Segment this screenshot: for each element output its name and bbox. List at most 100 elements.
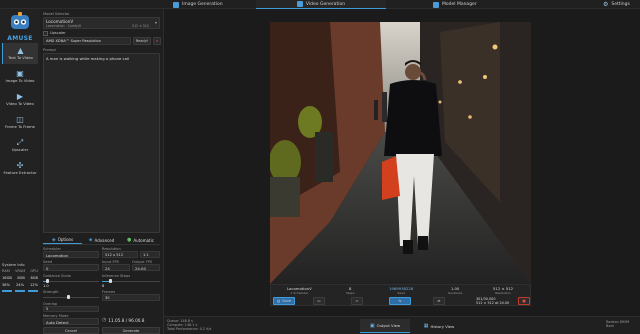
- tab-options[interactable]: ◈ Options: [43, 236, 82, 244]
- seed-input[interactable]: 0: [43, 264, 99, 271]
- strength-label: Strength: [43, 290, 59, 294]
- video-icon: [296, 1, 303, 7]
- aspect-dropdown[interactable]: 1:1: [140, 251, 160, 258]
- prompt-label: Prompt: [43, 48, 56, 52]
- video-video-icon: ▶: [16, 92, 24, 102]
- send-to-button[interactable]: ⇆: [389, 297, 411, 305]
- nav-feature-extractor[interactable]: ✣ Feature Extractor: [2, 158, 38, 179]
- guidance-slider-thumb[interactable]: [46, 279, 49, 283]
- upscaler-remove-button[interactable]: ×: [153, 37, 161, 45]
- output-view-icon: ▣: [369, 322, 375, 329]
- memory-mode-value: Auto Detect: [46, 319, 69, 325]
- strength-slider-thumb[interactable]: [67, 295, 70, 299]
- cancel-button[interactable]: Cancel: [43, 327, 99, 334]
- performance-stat: Total Performance: 0.2 it/s: [167, 327, 212, 331]
- frame-icon: ◫: [16, 115, 24, 125]
- settings-tabs: ◈ Options ◈ Advanced ● Automatic: [43, 236, 160, 245]
- save-button[interactable]: ▤ Save: [273, 297, 295, 305]
- nav-frame-to-frame[interactable]: ◫ Frame To Frame: [2, 112, 38, 133]
- history-view-icon: ▦: [423, 323, 429, 329]
- generate-button[interactable]: Generate: [102, 327, 160, 334]
- overlap-input[interactable]: 5: [43, 306, 99, 312]
- settings-button[interactable]: ⚙ Settings: [598, 0, 635, 9]
- header-gpu: GPU: [30, 269, 38, 273]
- upscaler-status: Ready!: [133, 37, 151, 45]
- system-info: System Info RAM VRAM GPU 16GB 8GB 8GB 38…: [2, 262, 38, 292]
- stop-icon: ■: [522, 299, 526, 303]
- tab-video-generation[interactable]: Video Generation: [256, 0, 386, 9]
- copy-icon: ▭: [317, 299, 321, 303]
- save-icon: ▤: [276, 299, 281, 303]
- guidance-slider[interactable]: [43, 279, 99, 283]
- model-selector-dropdown[interactable]: LocomotionV Locomotion · ComfyUI 512 × 5…: [43, 17, 160, 29]
- options-icon: ◈: [51, 236, 56, 243]
- upscaler-dropdown[interactable]: AMD XDNA™ Super Resolution: [43, 37, 131, 45]
- resolution-value: 512 x 512: [105, 252, 124, 257]
- send-icon: ⇆: [398, 299, 402, 303]
- system-info-label: System Info: [2, 262, 25, 267]
- tab-advanced[interactable]: ◈ Advanced: [82, 236, 121, 244]
- inference-slider[interactable]: [102, 279, 160, 283]
- tab-image-generation[interactable]: Image Generation: [168, 0, 228, 9]
- info-resolution: 512 × 512 Resolution: [493, 286, 513, 295]
- device-back-link: Back: [606, 324, 615, 328]
- guidance-label: Guidance Scale: [43, 274, 71, 278]
- info-steps: 8 Steps: [346, 286, 354, 295]
- inference-slider-thumb[interactable]: [109, 279, 112, 283]
- prompt-textarea[interactable]: A man is walking while making a phone ca…: [43, 53, 160, 233]
- automatic-icon: ●: [127, 237, 132, 243]
- memory-mode-dropdown[interactable]: Auto Detect: [43, 318, 99, 325]
- open-folder-button[interactable]: ▱: [351, 297, 363, 305]
- input-fps-value: 24: [105, 265, 110, 271]
- share-icon: ⇄: [437, 299, 441, 303]
- seed-value: 0: [46, 265, 49, 271]
- vram-usage: 24%: [16, 283, 24, 287]
- info-resolution-label: Resolution: [495, 291, 511, 295]
- frames-dropdown[interactable]: 30: [102, 294, 160, 301]
- nav-video-to-video[interactable]: ▶ Video To Video: [2, 89, 38, 110]
- delete-button[interactable]: ■: [518, 297, 530, 305]
- gpu-value: 8GB: [30, 276, 38, 280]
- gear-icon: ⚙: [603, 1, 609, 8]
- timer: ◷ 11.05.8 / 96.00.8: [102, 317, 144, 323]
- output-fps-input[interactable]: 24.00: [132, 264, 160, 271]
- gpu-usage: 12%: [30, 283, 38, 287]
- nav-upscaler[interactable]: ⤢ Upscaler: [2, 135, 38, 156]
- vram-bar: [15, 290, 25, 292]
- model-meta: 512 × 512: [132, 24, 149, 28]
- ram-bar: [2, 290, 12, 292]
- strength-slider[interactable]: [43, 295, 99, 299]
- scheduler-dropdown[interactable]: Locomotion: [43, 251, 99, 258]
- settings-panel: Model Selector LocomotionV Locomotion · …: [40, 9, 164, 334]
- inference-value: 8: [102, 284, 105, 288]
- aspect-value: 1:1: [143, 252, 149, 257]
- top-tab-bar: Image Generation Video Generation Model …: [0, 0, 640, 9]
- nav-text-to-video[interactable]: ▲ Text To Video: [2, 43, 38, 64]
- chevron-down-icon: ▾: [154, 20, 157, 25]
- copy-image-button[interactable]: ▭: [313, 297, 325, 305]
- input-fps-input[interactable]: 24: [102, 264, 130, 271]
- model-icon: [433, 1, 439, 8]
- resolution-dropdown[interactable]: 512 x 512: [102, 251, 138, 258]
- upscaler-icon: ⤢: [16, 138, 24, 148]
- info-scheduler: LocomotionV 1 Scheduler: [287, 286, 312, 295]
- generation-info-bar: LocomotionV 1 Scheduler 8 Steps 19899382…: [270, 284, 531, 306]
- output-fps-value: 24.00: [135, 265, 146, 271]
- image-video-icon: ▣: [16, 69, 24, 79]
- upscaler-checkbox[interactable]: [43, 31, 48, 36]
- nav-image-to-video[interactable]: ▣ Image To Video: [2, 66, 38, 87]
- advanced-icon: ◈: [88, 237, 93, 243]
- tab-model-manager[interactable]: Model Manager: [428, 0, 482, 9]
- extractor-icon: ✣: [16, 161, 24, 171]
- device-info: Radeon 890M Back: [606, 320, 629, 328]
- header-vram: VRAM: [14, 269, 26, 273]
- tab-history-view[interactable]: ▦ History View: [414, 319, 464, 333]
- tab-output-view[interactable]: ▣ Output View: [360, 319, 410, 333]
- share-button[interactable]: ⇄: [433, 297, 445, 305]
- left-navigation: AMUSE ▲ Text To Video ▣ Image To Video ▶…: [0, 9, 40, 334]
- upscaler-label: Upscaler: [50, 31, 66, 35]
- frames-value: 30: [105, 295, 110, 300]
- prompt-text: A man is walking while making a phone ca…: [46, 56, 130, 61]
- tab-automatic[interactable]: ● Automatic: [121, 236, 160, 244]
- info-steps-label: Steps: [346, 291, 355, 295]
